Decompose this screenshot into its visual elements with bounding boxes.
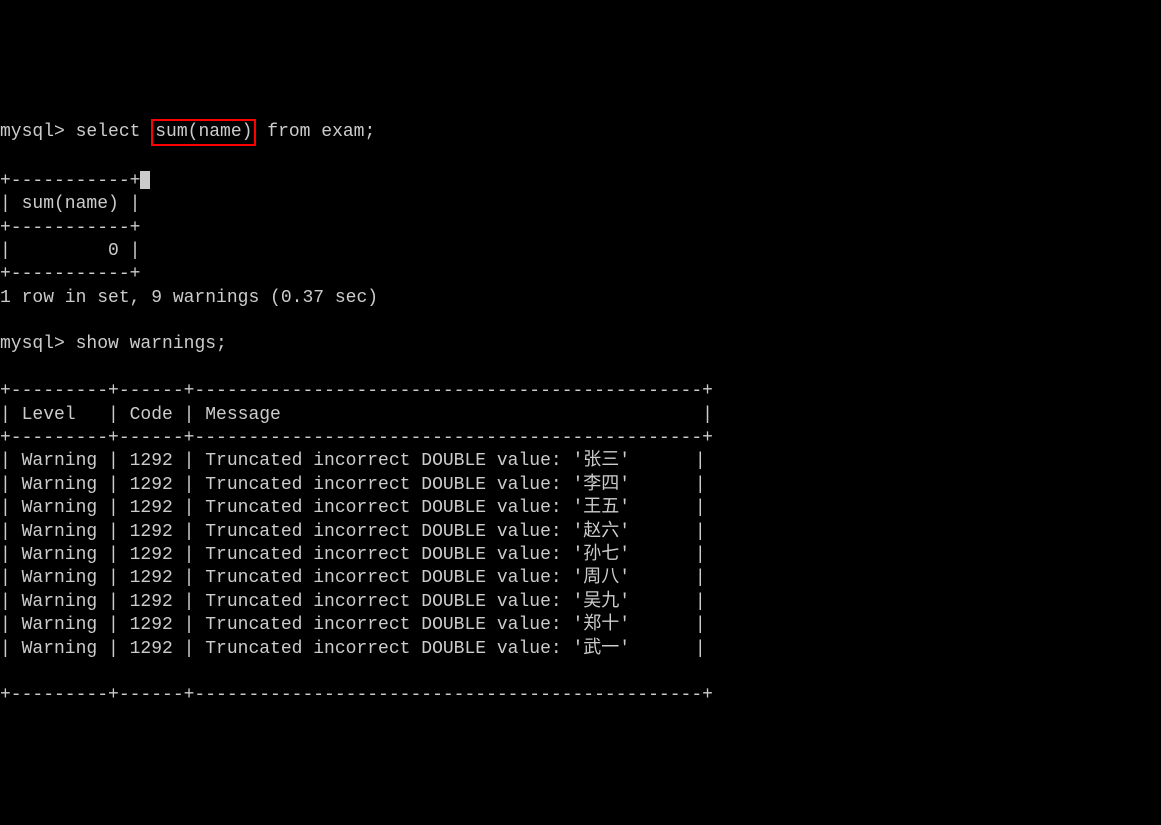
warnings-row: | Warning | 1292 | Truncated incorrect D…: [0, 638, 1161, 661]
table-border-bot: +-----------+: [0, 264, 140, 284]
mysql-prompt: mysql>: [0, 334, 76, 354]
query-text-after: from exam;: [256, 122, 375, 142]
query-text-before: select: [76, 122, 152, 142]
warnings-border-top: +---------+------+----------------------…: [0, 381, 713, 401]
warnings-row: | Warning | 1292 | Truncated incorrect D…: [0, 521, 1161, 544]
warnings-border-bot: +---------+------+----------------------…: [0, 685, 713, 705]
warnings-row: | Warning | 1292 | Truncated incorrect D…: [0, 474, 1161, 497]
warnings-row: | Warning | 1292 | Truncated incorrect D…: [0, 591, 1161, 614]
warnings-rows: | Warning | 1292 | Truncated incorrect D…: [0, 450, 1161, 661]
warnings-row: | Warning | 1292 | Truncated incorrect D…: [0, 497, 1161, 520]
warnings-header: | Level | Code | Message |: [0, 405, 713, 425]
table-border-top: +-----------+: [0, 171, 140, 191]
table-border-mid: +-----------+: [0, 218, 140, 238]
table-header-row: | sum(name) |: [0, 194, 140, 214]
warnings-row: | Warning | 1292 | Truncated incorrect D…: [0, 614, 1161, 637]
query-line-1: mysql> select sum(name) from exam;: [0, 119, 1161, 146]
highlighted-expression: sum(name): [151, 119, 256, 146]
cursor: [140, 171, 150, 189]
warnings-row: | Warning | 1292 | Truncated incorrect D…: [0, 567, 1161, 590]
mysql-prompt: mysql>: [0, 122, 76, 142]
result-summary: 1 row in set, 9 warnings (0.37 sec): [0, 288, 378, 308]
warnings-border-mid: +---------+------+----------------------…: [0, 428, 713, 448]
warnings-row: | Warning | 1292 | Truncated incorrect D…: [0, 450, 1161, 473]
terminal-output: mysql> select sum(name) from exam; +----…: [0, 96, 1161, 708]
query-line-2: mysql> show warnings;: [0, 333, 1161, 356]
warnings-row: | Warning | 1292 | Truncated incorrect D…: [0, 544, 1161, 567]
table-data-row: | 0 |: [0, 241, 140, 261]
query-text: show warnings;: [76, 334, 227, 354]
